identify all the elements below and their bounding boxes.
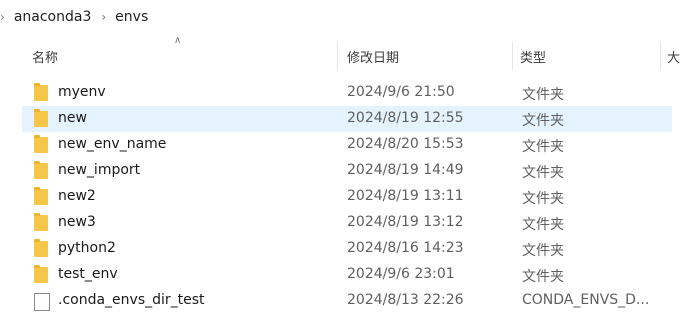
file-type: 文件夹 — [522, 87, 564, 103]
file-date-modified: 2024/8/19 14:49 — [347, 162, 464, 178]
file-type: 文件夹 — [522, 165, 564, 181]
file-icon — [34, 293, 50, 311]
file-row[interactable]: python2 2024/8/16 14:23 文件夹 — [22, 236, 672, 262]
file-type: CONDA_ENVS_D... — [522, 292, 650, 308]
folder-icon — [34, 239, 48, 257]
file-name: myenv — [58, 84, 106, 100]
file-name: test_env — [58, 266, 118, 282]
file-date-modified: 2024/8/20 15:53 — [347, 136, 464, 152]
folder-icon — [34, 135, 48, 153]
file-type: 文件夹 — [522, 191, 564, 207]
file-row[interactable]: .conda_envs_dir_test 2024/8/13 22:26 CONDA… — [22, 288, 672, 314]
file-type: 文件夹 — [522, 139, 564, 155]
column-divider[interactable] — [660, 42, 661, 70]
file-name: new — [58, 110, 87, 126]
file-date-modified: 2024/8/19 13:12 — [347, 214, 464, 230]
file-type: 文件夹 — [522, 243, 564, 259]
column-header-size[interactable]: 大 — [667, 34, 680, 78]
file-name: new3 — [58, 214, 96, 230]
file-date-modified: 2024/8/19 13:11 — [347, 188, 464, 204]
file-name: .conda_envs_dir_test — [58, 292, 205, 308]
file-row[interactable]: myenv 2024/9/6 21:50 文件夹 — [22, 80, 672, 106]
file-name: new_import — [58, 162, 141, 178]
file-date-modified: 2024/9/6 21:50 — [347, 84, 455, 100]
file-name: python2 — [58, 240, 116, 256]
file-date-modified: 2024/8/13 22:26 — [347, 292, 464, 308]
folder-icon — [34, 265, 48, 283]
breadcrumb-item-anaconda3[interactable]: anaconda3 — [14, 9, 92, 25]
breadcrumb-item-envs[interactable]: envs — [115, 9, 148, 25]
file-row[interactable]: new_import 2024/8/19 14:49 文件夹 — [22, 158, 672, 184]
chevron-right-icon[interactable]: › — [0, 10, 5, 24]
navigation-pane-edge — [0, 34, 22, 321]
file-row[interactable]: test_env 2024/9/6 23:01 文件夹 — [22, 262, 672, 288]
column-header-type[interactable]: 类型 — [520, 34, 650, 78]
column-divider[interactable] — [337, 42, 338, 70]
folder-icon — [34, 109, 48, 127]
folder-icon — [34, 161, 48, 179]
file-date-modified: 2024/8/19 12:55 — [347, 110, 464, 126]
file-type: 文件夹 — [522, 269, 564, 285]
file-name: new2 — [58, 188, 96, 204]
file-name: new_env_name — [58, 136, 167, 152]
column-header-name[interactable]: 名称 — [32, 34, 332, 78]
file-date-modified: 2024/9/6 23:01 — [347, 266, 455, 282]
file-type: 文件夹 — [522, 113, 564, 129]
folder-icon — [34, 213, 48, 231]
file-row[interactable]: new3 2024/8/19 13:12 文件夹 — [22, 210, 672, 236]
folder-icon — [34, 187, 48, 205]
column-divider[interactable] — [512, 42, 513, 70]
column-header-date-modified[interactable]: 修改日期 — [347, 34, 497, 78]
file-row[interactable]: new 2024/8/19 12:55 文件夹 — [22, 106, 672, 132]
file-type: 文件夹 — [522, 217, 564, 233]
folder-icon — [34, 83, 48, 101]
file-row[interactable]: new2 2024/8/19 13:11 文件夹 — [22, 184, 672, 210]
file-row[interactable]: new_env_name 2024/8/20 15:53 文件夹 — [22, 132, 672, 158]
file-date-modified: 2024/8/16 14:23 — [347, 240, 464, 256]
chevron-right-icon[interactable]: › — [101, 10, 106, 24]
column-header-row: ∧ 名称 修改日期 类型 大 — [22, 34, 680, 78]
breadcrumb: › anaconda3 › envs — [0, 0, 680, 34]
